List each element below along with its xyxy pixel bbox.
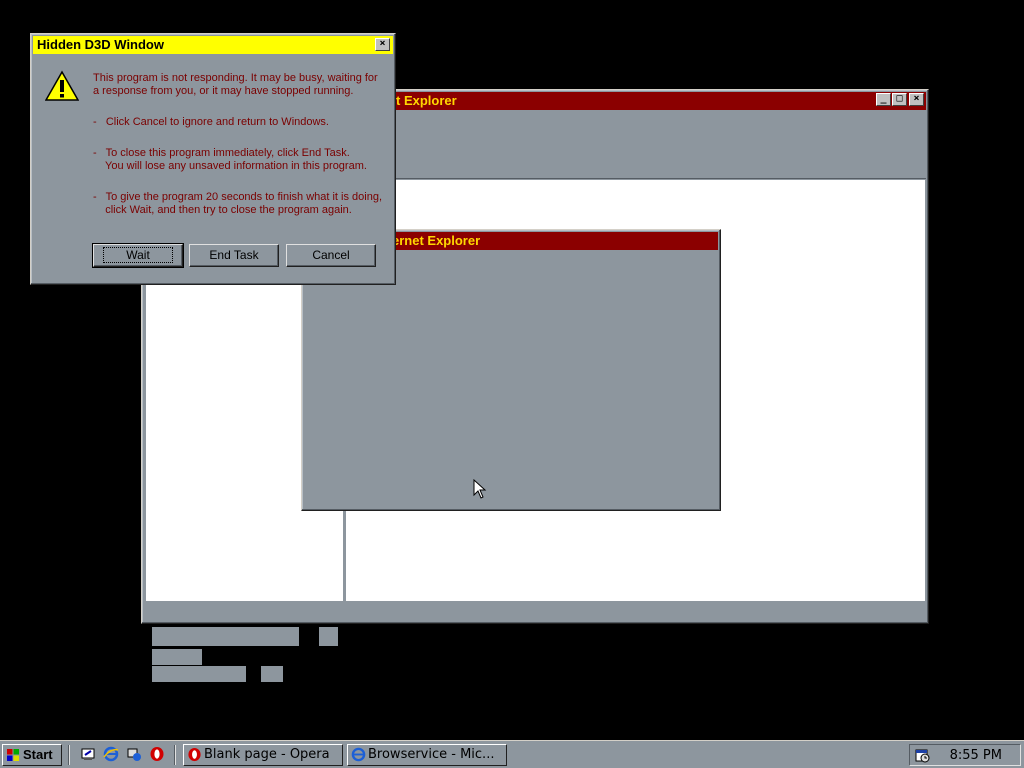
cancel-button[interactable]: Cancel (286, 244, 376, 267)
close-button[interactable]: × (909, 93, 924, 106)
system-tray: 8:55 PM (909, 744, 1021, 766)
dialog-message-wait: - To give the program 20 seconds to fini… (93, 191, 383, 216)
not-responding-dialog[interactable]: Hidden D3D Window × This program is not … (30, 33, 396, 285)
ie-icon (351, 747, 366, 762)
start-label: Start (23, 747, 53, 762)
placeholder-block (261, 666, 283, 682)
placeholder-block (319, 627, 338, 646)
task-button-ie[interactable]: Browservice - Mic... (347, 744, 507, 766)
opera-icon (188, 747, 201, 762)
clock[interactable]: 8:55 PM (950, 747, 1002, 765)
dialog-message-main: This program is not responding. It may b… (93, 72, 378, 97)
cancel-button-label: Cancel (312, 248, 350, 262)
desktop-icon[interactable] (79, 746, 97, 764)
end-task-button[interactable]: End Task (189, 244, 279, 267)
ie-mid-title: ernet Explorer (392, 233, 481, 248)
ie-back-title: t Explorer (396, 93, 457, 108)
warning-icon (45, 70, 79, 101)
taskbar-separator (174, 745, 176, 765)
mouse-cursor-icon (473, 479, 487, 499)
task-button-opera[interactable]: Blank page - Opera (183, 744, 343, 766)
start-button[interactable]: Start (2, 744, 62, 766)
dialog-titlebar[interactable]: Hidden D3D Window (33, 36, 393, 54)
minimize-button[interactable]: _ (876, 93, 891, 106)
placeholder-block (152, 627, 299, 646)
maximize-button[interactable]: □ (892, 93, 907, 106)
placeholder-block (152, 649, 202, 665)
dialog-message-cancel: - Click Cancel to ignore and return to W… (93, 116, 329, 128)
channels-icon[interactable] (125, 746, 143, 764)
wait-button-label: Wait (103, 247, 173, 263)
windows-logo-icon (7, 749, 19, 761)
task-label-ie: Browservice - Mic... (368, 747, 495, 762)
placeholder-block (152, 666, 246, 682)
dialog-title: Hidden D3D Window (37, 37, 164, 52)
taskbar-separator (68, 745, 70, 765)
taskbar: Start Blank page - Opera Browservice - M… (0, 740, 1024, 768)
task-label-opera: Blank page - Opera (204, 747, 330, 762)
wait-button[interactable]: Wait (92, 243, 184, 268)
dialog-close-button[interactable]: × (375, 38, 390, 51)
dialog-message-end-task: - To close this program immediately, cli… (93, 147, 367, 172)
opera-icon[interactable] (148, 746, 166, 764)
end-task-button-label: End Task (209, 248, 259, 262)
scheduler-icon[interactable] (914, 747, 930, 763)
ie-icon[interactable] (102, 746, 120, 764)
